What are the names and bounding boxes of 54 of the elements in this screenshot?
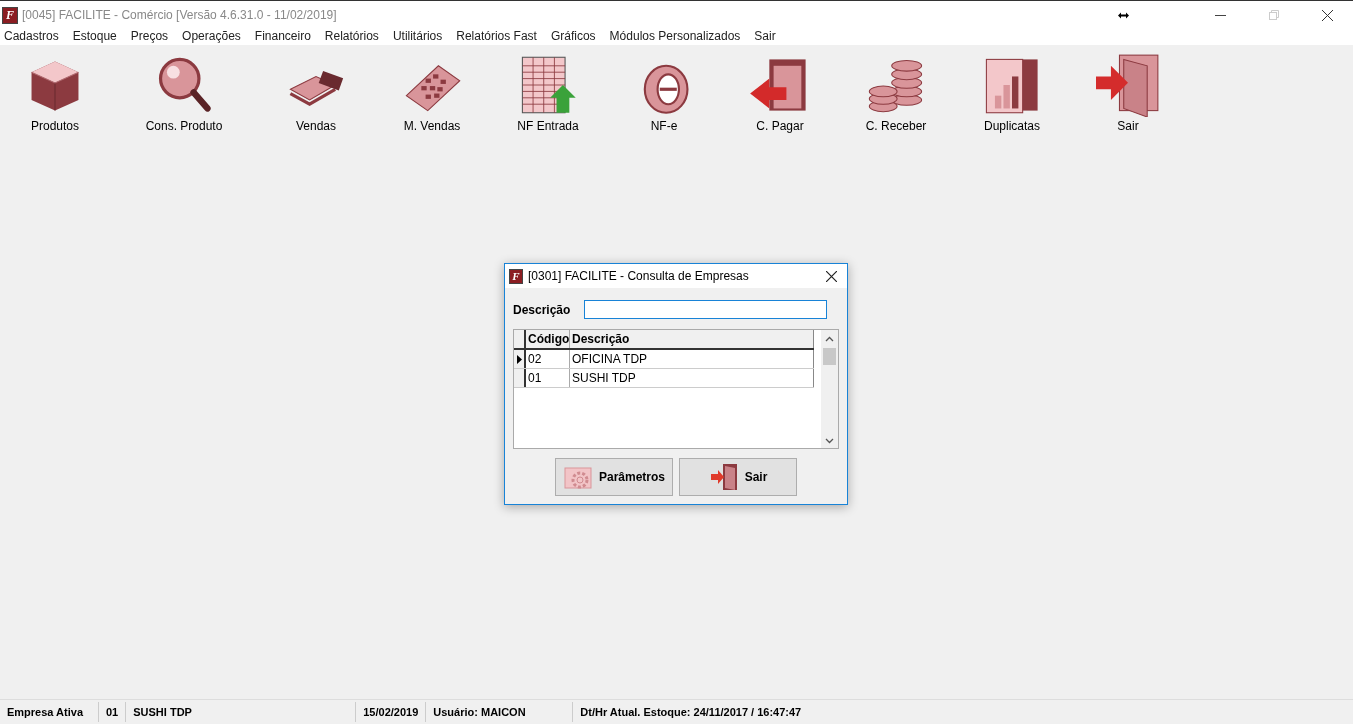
status-text: SUSHI TDP [126, 702, 357, 722]
row-indicator[interactable] [514, 369, 526, 387]
exit-button[interactable]: Sair [679, 458, 797, 496]
menu-item[interactable]: Utilitários [392, 29, 443, 43]
menu-item[interactable]: Financeiro [254, 29, 311, 43]
menu-item[interactable]: Gráficos [550, 29, 596, 43]
app-logo-icon: F [2, 6, 18, 24]
description-input-field[interactable] [584, 300, 828, 319]
toolbar-button[interactable]: Produtos [0, 53, 110, 137]
dialog-title: [0301] FACILITE - Consulta de Empresas [528, 269, 750, 283]
resize-cursor-icon [1118, 11, 1129, 19]
status-text: 01 [99, 702, 127, 722]
door-exit-icon [708, 462, 739, 492]
status-text: 15/02/2019 [356, 702, 427, 722]
toolbar-button[interactable]: NF-e [606, 53, 722, 137]
menu-item[interactable]: Módulos Personalizados [609, 29, 741, 43]
toolbar-button[interactable]: NF Entrada [490, 53, 606, 137]
menu-item[interactable]: Relatórios Fast [456, 29, 537, 43]
toolbar-button[interactable]: Sair [1070, 53, 1186, 137]
toolbar-button[interactable]: Vendas [258, 53, 374, 137]
menu-item[interactable]: Estoque [72, 29, 117, 43]
toolbar-button[interactable]: Duplicatas [954, 53, 1070, 137]
toolbar-button[interactable]: M. Vendas [374, 53, 490, 137]
menu-item[interactable]: Sair [754, 29, 776, 43]
menu-item[interactable]: Cadastros [4, 29, 59, 43]
scrollbar[interactable] [821, 330, 838, 448]
status-text: Dt/Hr Atual. Estoque: 24/11/2017 / 16:47:47 [579, 705, 803, 720]
app-logo-icon: F [509, 268, 523, 284]
status-text: Usuário: MAICON [426, 702, 574, 722]
parameters-button[interactable]: Parâmetros [555, 458, 673, 496]
row-indicator[interactable] [514, 350, 526, 368]
field-label: Descrição [513, 302, 571, 317]
menu-item[interactable]: Relatórios [324, 29, 379, 43]
toolbar-button[interactable]: C. Receber [838, 53, 954, 137]
minimize-icon[interactable] [1215, 14, 1226, 16]
toolbar-button[interactable]: Cons. Produto [110, 53, 258, 137]
window-title: [0045] FACILITE - Comércio [Versão 4.6.31.0 - 11/02/2019] [22, 8, 337, 22]
toolbar-button[interactable]: C. Pagar [722, 53, 838, 137]
current-row-icon [516, 354, 522, 364]
scroll-thumb[interactable] [823, 348, 836, 365]
menu-item[interactable]: Operações [182, 29, 241, 43]
scroll-down-icon[interactable] [825, 438, 834, 444]
table-cell: OFICINA TDP [570, 350, 814, 368]
menu-item[interactable]: Preços [130, 29, 169, 43]
status-text: Empresa Ativa [0, 702, 99, 722]
table-cell: 02 [526, 350, 570, 368]
close-icon[interactable] [1322, 9, 1333, 21]
scroll-up-icon[interactable] [825, 336, 834, 342]
door-exit-icon [1096, 53, 1160, 117]
close-icon[interactable] [826, 270, 837, 282]
table-cell: 01 [526, 369, 570, 387]
column-header[interactable]: Código [526, 330, 570, 348]
column-header[interactable]: Descrição [570, 330, 814, 348]
table-cell: SUSHI TDP [570, 369, 814, 387]
